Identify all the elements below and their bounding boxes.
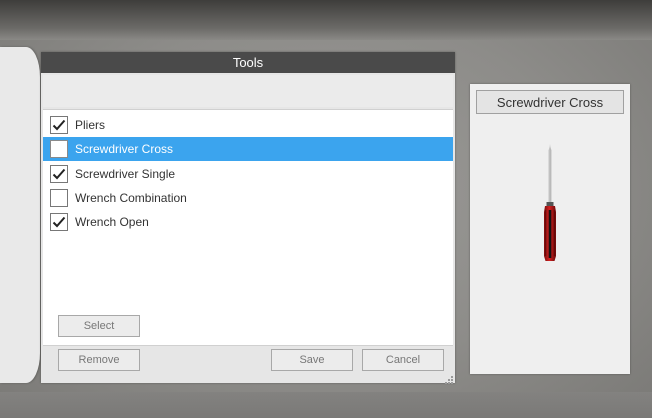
side-panel [0, 47, 40, 383]
screwdriver-icon [540, 144, 560, 269]
preview-panel: Screwdriver Cross [470, 84, 630, 374]
tools-window: Tools Pliers Screwdriver Cross Screwdriv… [41, 52, 455, 384]
checkbox-wrench-open[interactable] [50, 213, 68, 231]
scene-ceiling [0, 0, 652, 40]
checkmark-icon [52, 168, 66, 180]
tool-label: Pliers [75, 118, 106, 132]
tool-item-wrench-open[interactable]: Wrench Open [43, 210, 453, 234]
checkbox-screwdriver-single[interactable] [50, 165, 68, 183]
checkbox-wrench-combination[interactable] [50, 189, 68, 207]
checkmark-icon [52, 216, 66, 228]
select-button[interactable]: Select [58, 315, 140, 337]
tool-item-pliers[interactable]: Pliers [43, 113, 453, 137]
tool-list: Pliers Screwdriver Cross Screwdriver Sin… [43, 109, 453, 346]
tool-item-wrench-combination[interactable]: Wrench Combination [43, 186, 453, 210]
tool-item-screwdriver-single[interactable]: Screwdriver Single [43, 162, 453, 186]
list-header-bar [43, 75, 453, 107]
tool-label: Wrench Combination [75, 191, 187, 205]
remove-button[interactable]: Remove [58, 349, 140, 371]
tool-label: Wrench Open [75, 215, 149, 229]
tool-item-screwdriver-cross[interactable]: Screwdriver Cross [43, 137, 453, 161]
tool-label: Screwdriver Single [75, 167, 176, 181]
window-title: Tools [41, 52, 455, 73]
tool-label: Screwdriver Cross [75, 142, 174, 156]
cancel-button[interactable]: Cancel [362, 349, 444, 371]
checkbox-pliers[interactable] [50, 116, 68, 134]
save-button[interactable]: Save [271, 349, 353, 371]
checkmark-icon [52, 119, 66, 131]
checkbox-screwdriver-cross[interactable] [50, 140, 68, 158]
resize-grip-icon[interactable] [444, 372, 454, 384]
scene-floor-edge [0, 392, 652, 418]
preview-title: Screwdriver Cross [476, 90, 624, 114]
